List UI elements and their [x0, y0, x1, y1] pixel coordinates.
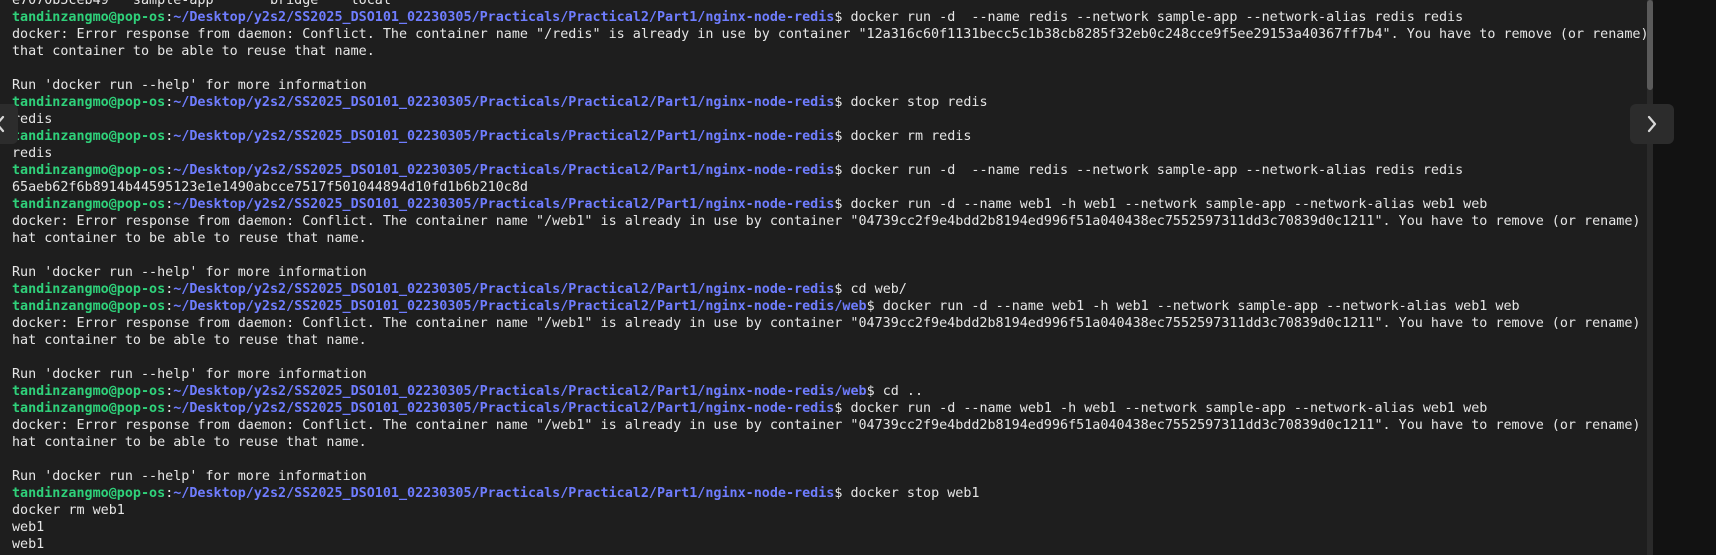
prompt-line: tandinzangmo@pop-os:~/Desktop/y2s2/SS202… — [12, 298, 1652, 315]
prompt-symbol: $ — [866, 384, 883, 399]
prompt-user: tandinzangmo@pop-os — [12, 384, 166, 399]
prompt-symbol: $ — [834, 401, 851, 416]
prompt-user: tandinzangmo@pop-os — [12, 129, 166, 144]
chevron-left-icon — [0, 115, 5, 133]
command-text[interactable]: docker run -d --name redis --network sam… — [850, 10, 1463, 25]
output-line: Run 'docker run --help' for more informa… — [12, 367, 367, 382]
prompt-user: tandinzangmo@pop-os — [12, 163, 166, 178]
command-text[interactable]: docker rm redis — [850, 129, 971, 144]
output-line: hat container to be able to reuse that n… — [12, 435, 367, 450]
prompt-line: tandinzangmo@pop-os:~/Desktop/y2s2/SS202… — [12, 485, 1652, 502]
output-line: hat container to be able to reuse that n… — [12, 231, 367, 246]
output-line: redis — [12, 146, 53, 161]
command-text[interactable]: cd web/ — [850, 282, 906, 297]
prompt-line: tandinzangmo@pop-os:~/Desktop/y2s2/SS202… — [12, 9, 1652, 26]
prompt-user: tandinzangmo@pop-os — [12, 10, 166, 25]
prompt-path: ~/Desktop/y2s2/SS2025_DSO101_02230305/Pr… — [173, 401, 835, 416]
prompt-symbol: $ — [834, 129, 851, 144]
prompt-line: tandinzangmo@pop-os:~/Desktop/y2s2/SS202… — [12, 94, 1652, 111]
prompt-symbol: $ — [834, 10, 851, 25]
prompt-path: ~/Desktop/y2s2/SS2025_DSO101_02230305/Pr… — [173, 197, 835, 212]
prompt-line: tandinzangmo@pop-os:~/Desktop/y2s2/SS202… — [12, 196, 1652, 213]
right-gutter — [1653, 0, 1716, 555]
output-line: docker: Error response from daemon: Conf… — [12, 27, 1649, 42]
output-line: Run 'docker run --help' for more informa… — [12, 265, 367, 280]
prompt-path: ~/Desktop/y2s2/SS2025_DSO101_02230305/Pr… — [173, 299, 867, 314]
output-line: Run 'docker run --help' for more informa… — [12, 469, 367, 484]
prompt-symbol: $ — [866, 299, 883, 314]
prompt-user: tandinzangmo@pop-os — [12, 299, 166, 314]
output-line: docker: Error response from daemon: Conf… — [12, 418, 1657, 433]
chevron-right-icon — [1647, 115, 1657, 133]
prompt-path: ~/Desktop/y2s2/SS2025_DSO101_02230305/Pr… — [173, 486, 835, 501]
command-text[interactable]: docker run -d --name web1 -h web1 --netw… — [883, 299, 1520, 314]
prompt-path: ~/Desktop/y2s2/SS2025_DSO101_02230305/Pr… — [173, 10, 835, 25]
prompt-path: ~/Desktop/y2s2/SS2025_DSO101_02230305/Pr… — [173, 163, 835, 178]
output-line: web1 — [12, 520, 45, 535]
terminal-output: e7070b5ceb49 sample-app bridge local tand… — [12, 0, 1657, 553]
output-line: redis — [12, 112, 53, 127]
output-line: docker: Error response from daemon: Conf… — [12, 316, 1657, 331]
prompt-path: ~/Desktop/y2s2/SS2025_DSO101_02230305/Pr… — [173, 282, 835, 297]
command-text[interactable]: cd .. — [883, 384, 923, 399]
command-text[interactable]: docker stop web1 — [850, 486, 979, 501]
previous-button[interactable] — [0, 104, 18, 144]
output-line: Run 'docker run --help' for more informa… — [12, 78, 367, 93]
prompt-line: tandinzangmo@pop-os:~/Desktop/y2s2/SS202… — [12, 383, 1652, 400]
output-line: docker: Error response from daemon: Conf… — [12, 214, 1657, 229]
command-text[interactable]: docker stop redis — [850, 95, 987, 110]
prompt-path: ~/Desktop/y2s2/SS2025_DSO101_02230305/Pr… — [173, 384, 867, 399]
prompt-line: tandinzangmo@pop-os:~/Desktop/y2s2/SS202… — [12, 128, 1652, 145]
prompt-user: tandinzangmo@pop-os — [12, 282, 166, 297]
prompt-user: tandinzangmo@pop-os — [12, 95, 166, 110]
terminal-window[interactable]: e7070b5ceb49 sample-app bridge local tand… — [0, 0, 1716, 555]
prompt-line: tandinzangmo@pop-os:~/Desktop/y2s2/SS202… — [12, 162, 1652, 179]
command-text[interactable]: docker run -d --name web1 -h web1 --netw… — [850, 401, 1487, 416]
output-line: e7070b5ceb49 sample-app bridge local — [12, 0, 391, 8]
prompt-user: tandinzangmo@pop-os — [12, 401, 166, 416]
prompt-symbol: $ — [834, 486, 851, 501]
output-line: that container to be able to reuse that … — [12, 44, 375, 59]
prompt-line: tandinzangmo@pop-os:~/Desktop/y2s2/SS202… — [12, 400, 1652, 417]
output-line: 65aeb62f6b8914b44595123e1e1490abcce7517f… — [12, 180, 528, 195]
prompt-symbol: $ — [834, 282, 851, 297]
prompt-symbol: $ — [834, 163, 851, 178]
output-line: hat container to be able to reuse that n… — [12, 333, 367, 348]
prompt-user: tandinzangmo@pop-os — [12, 197, 166, 212]
prompt-path: ~/Desktop/y2s2/SS2025_DSO101_02230305/Pr… — [173, 95, 835, 110]
output-line: docker rm web1 — [12, 503, 125, 518]
output-line: web1 — [12, 537, 45, 552]
prompt-user: tandinzangmo@pop-os — [12, 486, 166, 501]
prompt-symbol: $ — [834, 197, 851, 212]
command-text[interactable]: docker run -d --name redis --network sam… — [850, 163, 1463, 178]
command-text[interactable]: docker run -d --name web1 -h web1 --netw… — [850, 197, 1487, 212]
prompt-line: tandinzangmo@pop-os:~/Desktop/y2s2/SS202… — [12, 281, 1652, 298]
prompt-symbol: $ — [834, 95, 851, 110]
next-button[interactable] — [1630, 104, 1674, 144]
prompt-path: ~/Desktop/y2s2/SS2025_DSO101_02230305/Pr… — [173, 129, 835, 144]
